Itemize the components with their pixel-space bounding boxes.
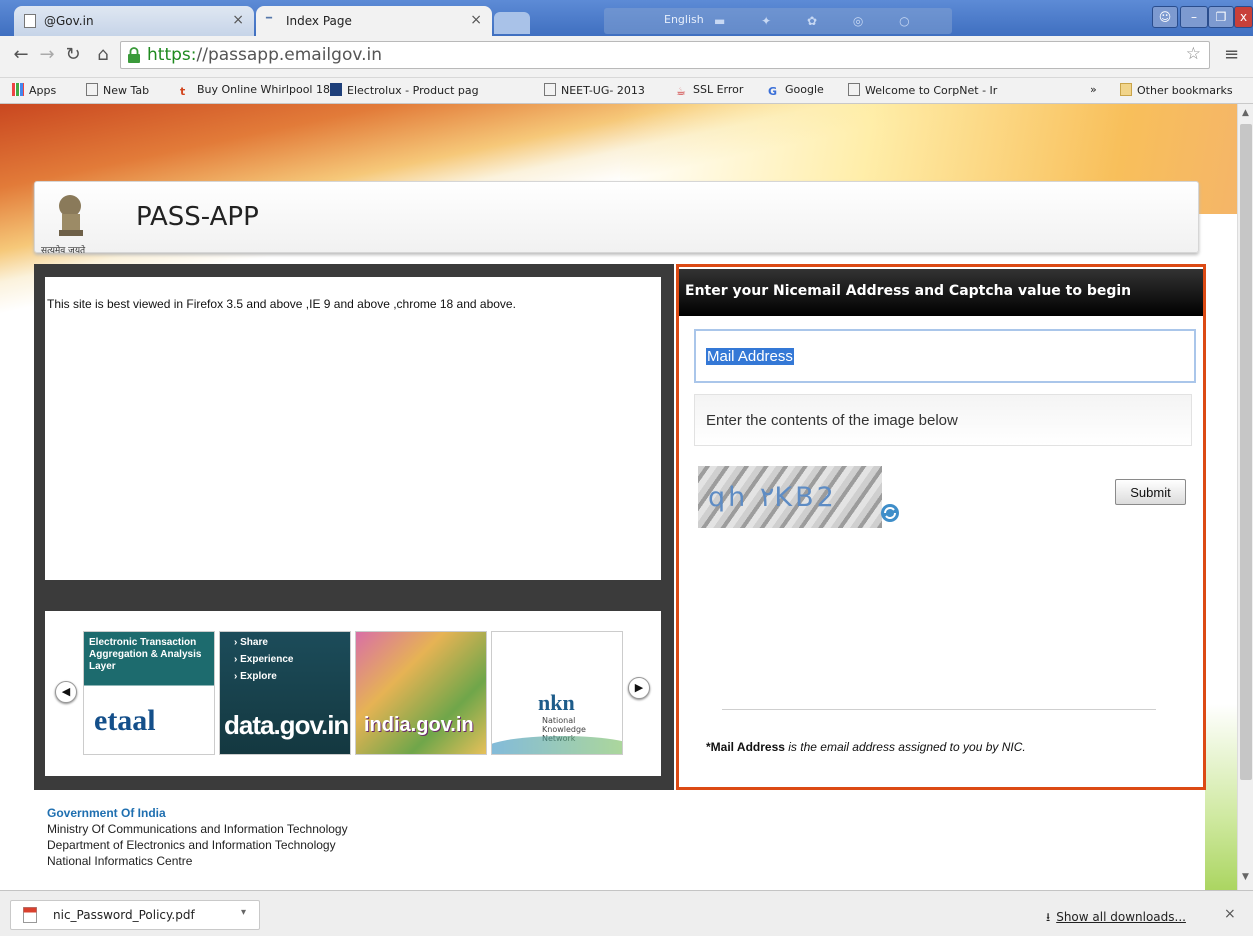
download-menu-chevron-icon[interactable]: ▾ [241,907,246,918]
page-icon [544,83,556,96]
bookmark-neet[interactable]: NEET-UG- 2013 [544,83,645,97]
page-icon: ━ [266,13,273,24]
nkn-swoosh [492,736,622,754]
browser-compatibility-note: This site is best viewed in Firefox 3.5 … [47,297,516,311]
bookmark-new-tab[interactable]: New Tab [86,83,149,97]
home-icon[interactable]: ⌂ [92,44,114,68]
captcha-input[interactable]: Enter the contents of the image below [694,394,1192,446]
site-header: सत्यमेव जयते PASS-APP [34,181,1199,256]
bookmark-star-icon[interactable]: ☆ [1186,44,1201,64]
language-bar[interactable]: English ▬ ✦ ✿ ◎ ○ [604,8,952,34]
url-text: https://passapp.emailgov.in [147,45,382,65]
side-decoration [1205,704,1237,890]
etaal-logo: etaal [94,704,156,737]
navigation-toolbar: ← → ↻ ⌂ https://passapp.emailgov.in ☆ ≡ [0,36,1253,78]
captcha-text: qh ٢KB2 [708,482,837,513]
data-gov-logo: data.gov.in [224,710,349,740]
bookmarks-bar: Apps New Tab t Buy Online Whirlpool 18( E… [0,78,1253,104]
submit-button[interactable]: Submit [1115,479,1186,505]
show-all-downloads-link[interactable]: ⭳ Show all downloads... [1046,908,1186,929]
refresh-captcha-icon[interactable] [880,503,900,523]
carousel-tile-india-gov[interactable]: india.gov.in [355,631,487,755]
close-window-button[interactable]: x [1234,6,1253,28]
tab-title: Index Page [286,14,352,28]
carousel-tile-data-gov[interactable]: › Share › Experience › Explore data.gov.… [219,631,351,755]
carousel-next-button[interactable]: ▶ [628,677,650,699]
page-viewport: सत्यमेव जयते PASS-APP This site is best … [0,104,1237,890]
new-tab-button[interactable] [494,12,530,34]
language-label: English [664,13,704,26]
electrolux-icon [330,83,342,96]
close-tab-icon[interactable]: × [232,12,244,28]
footer-ministry: Ministry Of Communications and Informati… [47,822,348,836]
chrome-menu-icon[interactable]: ≡ [1224,44,1239,65]
page-footer: Government Of India Ministry Of Communic… [47,805,348,869]
footer-nic: National Informatics Centre [47,854,193,868]
bookmark-apps[interactable]: Apps [12,83,56,97]
tumblr-icon: t [180,85,186,98]
nkn-logo: nkn [538,690,575,715]
bookmarks-overflow-chevron[interactable]: » [1090,83,1097,96]
bookmark-google[interactable]: G Google [768,83,824,98]
bookmark-corpnet[interactable]: Welcome to CorpNet - Ir [848,83,997,97]
back-arrow-icon[interactable]: ← [10,44,32,68]
login-panel: Enter your Nicemail Address and Captcha … [676,264,1206,790]
footer-department: Department of Electronics and Informatio… [47,838,336,852]
footer-government: Government Of India [47,806,166,820]
minimize-button[interactable]: – [1180,6,1208,28]
pdf-file-icon [23,907,37,923]
carousel-tile-nkn[interactable]: nkn National Knowledge Network [491,631,623,755]
maximize-button[interactable]: ❐ [1208,6,1234,28]
lock-icon [128,47,140,63]
apps-grid-icon [12,83,24,96]
bookmark-other[interactable]: Other bookmarks [1120,83,1233,97]
scroll-down-arrow-icon[interactable]: ▼ [1238,872,1253,882]
scroll-up-arrow-icon[interactable]: ▲ [1238,108,1253,118]
scrollbar-thumb[interactable] [1240,124,1252,780]
carousel-prev-button[interactable]: ◀ [55,681,77,703]
mail-address-input[interactable]: Mail Address [694,329,1196,383]
carousel-tile-etaal[interactable]: Electronic Transaction Aggregation & Ana… [83,631,215,755]
info-panel: This site is best viewed in Firefox 3.5 … [45,277,661,580]
tab-index-page[interactable]: ━ Index Page × [256,6,492,36]
download-file-name: nic_Password_Policy.pdf [53,908,195,922]
close-tab-icon[interactable]: × [470,12,482,28]
india-gov-logo: india.gov.in [364,714,474,736]
language-bar-icons: ▬ ✦ ✿ ◎ ○ [714,14,926,28]
national-emblem-icon [59,195,83,236]
page-icon [848,83,860,96]
page-title: PASS-APP [136,202,259,232]
window-titlebar: @Gov.in × ━ Index Page × English ▬ ✦ ✿ ◎… [0,0,1253,36]
captcha-image: qh ٢KB2 [698,466,882,528]
reload-icon[interactable]: ↻ [62,44,84,68]
page-icon [86,83,98,96]
tab-title: @Gov.in [44,14,94,28]
bookmark-electrolux[interactable]: Electrolux - Product pag [330,83,479,97]
page-icon [24,14,36,28]
bookmark-whirlpool[interactable]: t Buy Online Whirlpool 18( [180,83,334,98]
captcha-placeholder: Enter the contents of the image below [706,412,958,429]
forward-arrow-icon[interactable]: → [36,44,58,68]
vertical-scrollbar[interactable]: ▲ ▼ [1237,104,1253,890]
mail-address-value: Mail Address [706,348,794,365]
user-profile-button[interactable]: ☺ [1152,6,1178,28]
tab-gov-in[interactable]: @Gov.in × [14,6,254,36]
downloads-bar: nic_Password_Policy.pdf ▾ ⭳ Show all down… [0,890,1253,936]
download-arrow-icon: ⭳ [1046,910,1051,924]
folder-icon [1120,83,1132,96]
emblem-motto: सत्यमेव जयते [41,246,86,256]
bookmark-ssl-error[interactable]: ☕ SSL Error [676,83,743,98]
java-icon: ☕ [676,85,686,98]
login-heading: Enter your Nicemail Address and Captcha … [679,269,1203,316]
partner-carousel: ◀ Electronic Transaction Aggregation & A… [45,611,661,776]
google-icon: G [768,85,778,98]
address-bar[interactable]: https://passapp.emailgov.in ☆ [120,41,1210,69]
close-downloads-bar-icon[interactable]: × [1224,906,1236,922]
download-item[interactable]: nic_Password_Policy.pdf ▾ [10,900,260,930]
divider [722,709,1156,710]
mail-address-note: *Mail Address is the email address assig… [706,740,1026,754]
